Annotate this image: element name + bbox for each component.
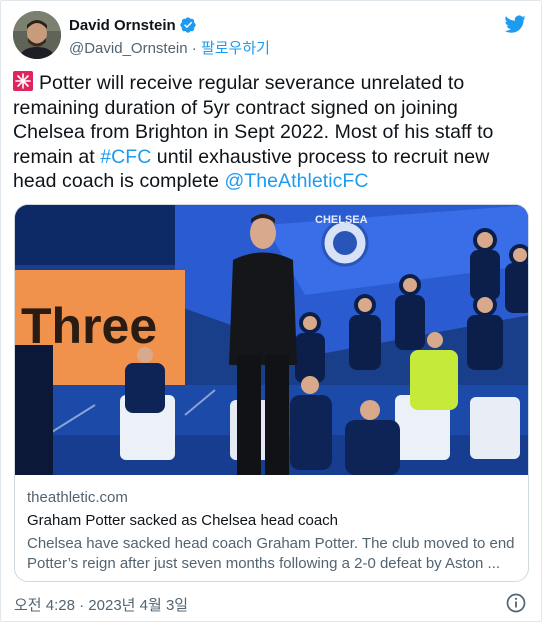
avatar[interactable] <box>13 11 61 59</box>
tweet-embed-card: David Ornstein @David_Ornstein · 팔로우하기 P… <box>0 0 542 622</box>
info-icon[interactable] <box>505 592 527 614</box>
article-photo: CHELSEA Three <box>15 205 528 475</box>
author-handle[interactable]: @David_Ornstein <box>69 40 188 57</box>
author-name[interactable]: David Ornstein <box>69 17 176 34</box>
hashtag-link[interactable]: #CFC <box>100 146 151 168</box>
photo-banner-text: CHELSEA <box>315 214 368 226</box>
author-handle-row: @David_Ornstein · 팔로우하기 <box>69 37 270 58</box>
link-title[interactable]: Graham Potter sacked as Chelsea head coa… <box>27 511 518 531</box>
follow-button[interactable]: 팔로우하기 <box>201 40 270 57</box>
tweet-body: Potter will receive regular severance un… <box>13 71 513 194</box>
author-name-row: David Ornstein <box>69 16 197 34</box>
link-meta: theathletic.com Graham Potter sacked as … <box>27 488 518 574</box>
siren-icon <box>13 71 33 91</box>
twitter-bird-icon[interactable] <box>503 13 527 35</box>
link-preview-card[interactable]: CHELSEA Three theathletic.com Graham Pot… <box>14 204 529 582</box>
handle-separator: · <box>191 40 197 57</box>
link-domain: theathletic.com <box>27 489 128 506</box>
tweet-footer: 오전 4:28 · 2023년 4월 3일 <box>14 591 529 615</box>
timestamp[interactable]: 오전 4:28 · 2023년 4월 3일 <box>14 594 188 615</box>
tweet-header: David Ornstein @David_Ornstein · 팔로우하기 <box>13 11 529 59</box>
mention-link[interactable]: @TheAthleticFC <box>224 170 368 192</box>
verified-badge-icon <box>179 16 197 34</box>
link-description: Chelsea have sacked head coach Graham Po… <box>27 535 515 572</box>
